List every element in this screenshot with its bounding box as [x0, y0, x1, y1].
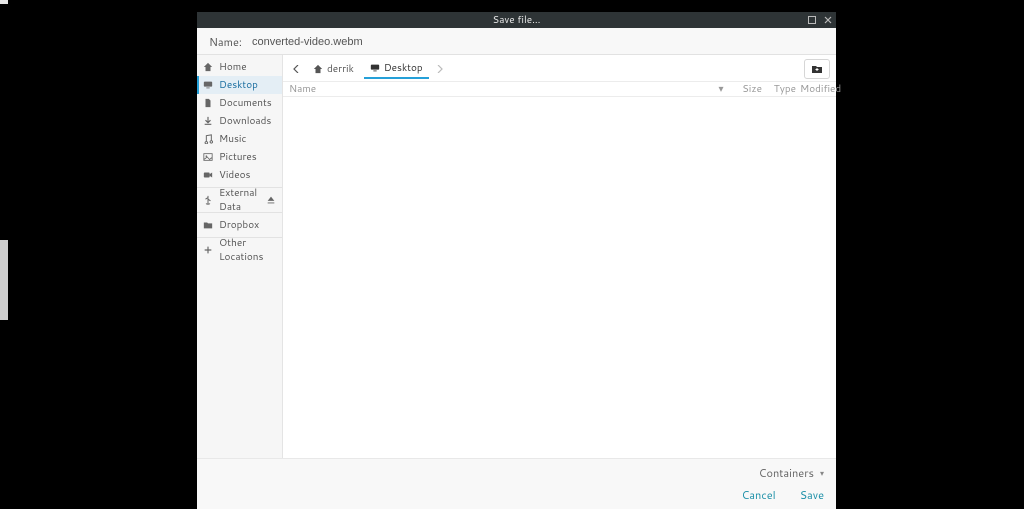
dialog-body: Home Desktop Documents Downloads: [197, 55, 836, 458]
chevron-down-icon: ▾: [820, 467, 824, 479]
sidebar-item-label: Other Locations: [219, 236, 276, 264]
column-size[interactable]: Size: [728, 82, 762, 96]
breadcrumb-label: Desktop: [384, 61, 423, 75]
file-type-filter[interactable]: Containers ▾: [209, 465, 824, 481]
download-icon: [203, 116, 213, 126]
dialog-footer: Containers ▾ Cancel Save: [197, 458, 836, 509]
new-folder-button[interactable]: [804, 59, 830, 79]
dialog-action-buttons: Cancel Save: [209, 487, 824, 503]
folder-icon: [203, 220, 213, 230]
sidebar-item-label: External Data: [219, 186, 260, 214]
save-file-dialog: Save file... Name: Home: [197, 12, 836, 509]
maximize-icon: [808, 16, 816, 24]
file-chooser-main: derrik Desktop Name ▾: [283, 55, 836, 458]
video-icon: [203, 170, 213, 180]
breadcrumb-home[interactable]: derrik: [307, 60, 360, 78]
sidebar-item-other-locations[interactable]: Other Locations: [197, 241, 282, 259]
sidebar-item-music[interactable]: Music: [197, 130, 282, 148]
filename-input[interactable]: [252, 36, 824, 48]
background-sliver: [0, 0, 8, 509]
file-list[interactable]: [283, 97, 836, 458]
column-name[interactable]: Name: [289, 82, 714, 96]
sidebar-item-documents[interactable]: Documents: [197, 94, 282, 112]
doc-icon: [203, 98, 213, 108]
filter-label: Containers: [759, 465, 814, 481]
filename-row: Name:: [197, 28, 836, 55]
filename-label: Name:: [209, 34, 242, 50]
close-button[interactable]: [822, 14, 834, 26]
places-sidebar: Home Desktop Documents Downloads: [197, 55, 283, 458]
file-list-columns-header: Name ▾ Size Type Modified: [283, 81, 836, 97]
sidebar-item-label: Downloads: [219, 114, 271, 128]
sidebar-item-pictures[interactable]: Pictures: [197, 148, 282, 166]
sidebar-item-label: Documents: [219, 96, 272, 110]
sidebar-item-label: Music: [219, 132, 246, 146]
home-icon: [313, 64, 323, 74]
sidebar-item-desktop[interactable]: Desktop: [197, 76, 282, 94]
screen-icon: [370, 63, 380, 73]
sidebar-item-home[interactable]: Home: [197, 58, 282, 76]
home-icon: [203, 62, 213, 72]
column-type[interactable]: Type: [762, 82, 796, 96]
sidebar-item-label: Home: [219, 60, 247, 74]
background-sliver-top: [0, 0, 8, 4]
column-modified[interactable]: Modified: [796, 82, 830, 96]
breadcrumb-label: derrik: [327, 62, 354, 76]
music-icon: [203, 134, 213, 144]
eject-icon[interactable]: [266, 195, 276, 205]
sidebar-item-dropbox[interactable]: Dropbox: [197, 216, 282, 234]
chevron-left-icon: [293, 65, 299, 73]
dialog-titlebar: Save file...: [197, 12, 836, 28]
nav-forward-button[interactable]: [433, 60, 447, 78]
sidebar-item-label: Videos: [219, 168, 250, 182]
sidebar-item-downloads[interactable]: Downloads: [197, 112, 282, 130]
usb-icon: [203, 195, 213, 205]
maximize-button[interactable]: [806, 14, 818, 26]
sidebar-item-label: Pictures: [219, 150, 257, 164]
cancel-button[interactable]: Cancel: [742, 487, 776, 503]
background-sliver-mid: [0, 240, 8, 320]
close-icon: [824, 16, 832, 24]
pathbar: derrik Desktop: [283, 55, 836, 81]
picture-icon: [203, 152, 213, 162]
screen-icon: [203, 80, 213, 90]
plus-icon: [203, 245, 213, 255]
sidebar-item-external-data[interactable]: External Data: [197, 191, 282, 209]
window-controls: [806, 12, 834, 28]
sort-indicator-icon[interactable]: ▾: [714, 82, 728, 96]
new-folder-icon: [811, 64, 823, 74]
nav-back-button[interactable]: [289, 60, 303, 78]
dialog-title: Save file...: [197, 13, 836, 27]
sidebar-item-label: Dropbox: [219, 218, 259, 232]
save-button[interactable]: Save: [800, 487, 824, 503]
breadcrumb-desktop[interactable]: Desktop: [364, 59, 429, 79]
sidebar-item-videos[interactable]: Videos: [197, 166, 282, 184]
sidebar-item-label: Desktop: [219, 78, 258, 92]
chevron-right-icon: [437, 65, 443, 73]
